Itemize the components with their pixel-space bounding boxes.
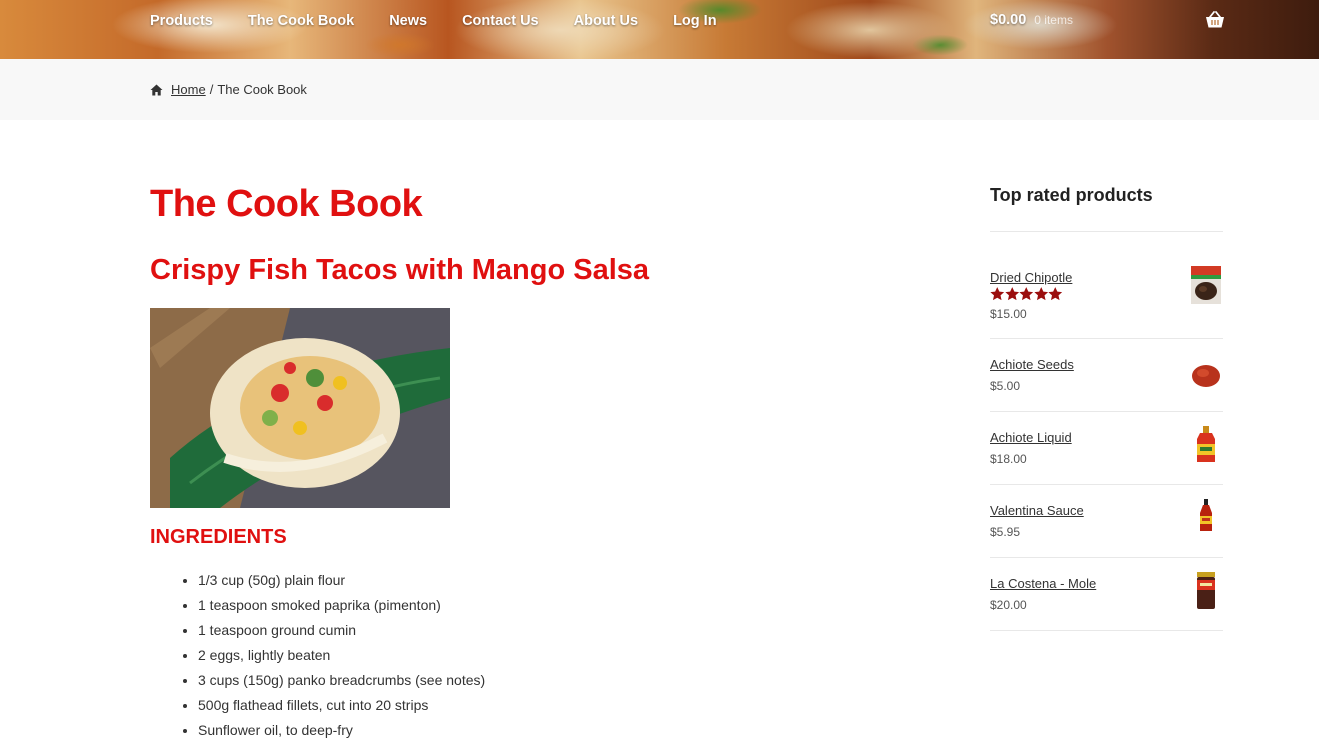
product-achiote-seeds: Achiote Seeds $5.00 [990,357,1223,412]
star-icon [1019,287,1034,301]
list-item: 1 teaspoon smoked paprika (pimenton) [198,595,485,620]
home-icon [150,84,163,95]
star-rating [990,287,1063,301]
breadcrumb-current: The Cook Book [217,82,307,97]
nav-item-contact-us[interactable]: Contact Us [462,12,539,30]
list-item: 500g flathead fillets, cut into 20 strip… [198,695,485,720]
star-icon [1033,287,1048,301]
product-dried-chipotle: Dried Chipotle $15.00 [990,266,1223,339]
list-item: 1 teaspoon ground cumin [198,620,485,645]
product-valentina-sauce: Valentina Sauce $5.95 [990,499,1223,558]
product-name-link[interactable]: Achiote Liquid [990,430,1072,445]
list-item: 3 cups (150g) panko breadcrumbs (see not… [198,670,485,695]
list-item: Sunflower oil, to deep-fry [198,720,485,742]
nav-item-log-in[interactable]: Log In [673,12,717,30]
nav-item-cook-book[interactable]: The Cook Book [248,12,354,30]
star-icon [1048,287,1063,301]
nav-item-about-us[interactable]: About Us [574,12,638,30]
top-rated-title: Top rated products [990,185,1153,205]
product-price: $5.00 [990,379,1021,393]
product-name-link[interactable]: Achiote Seeds [990,357,1074,372]
product-thumbnail[interactable] [1191,572,1221,610]
recipe-title: Crispy Fish Tacos with Mango Salsa [150,254,650,286]
ingredients-heading: INGREDIENTS [150,526,287,548]
breadcrumb-home-link[interactable]: Home [171,82,206,97]
cart-summary[interactable]: $0.00 0 items [990,12,1073,28]
main-navigation: Products The Cook Book News Contact Us A… [150,12,752,30]
cart-item-count: 0 items [1034,13,1073,27]
product-thumbnail[interactable] [1191,357,1221,395]
ingredients-list: 1/3 cup (50g) plain flour 1 teaspoon smo… [198,570,485,742]
star-icon [1004,287,1019,301]
product-price: $5.95 [990,525,1021,539]
product-price: $15.00 [990,307,1027,321]
product-thumbnail[interactable] [1191,426,1221,464]
breadcrumb: Home / The Cook Book [150,82,307,97]
product-name-link[interactable]: Dried Chipotle [990,270,1072,285]
star-icon [990,287,1005,301]
list-item: 2 eggs, lightly beaten [198,645,485,670]
cart-amount: $0.00 [990,12,1027,28]
product-thumbnail[interactable] [1191,266,1221,304]
product-name-link[interactable]: La Costena - Mole [990,576,1096,591]
breadcrumb-separator: / [209,82,214,97]
product-price: $18.00 [990,452,1027,466]
site-header: Products The Cook Book News Contact Us A… [0,0,1319,59]
product-price: $20.00 [990,598,1027,612]
product-achiote-liquid: Achiote Liquid $18.00 [990,426,1223,485]
basket-icon[interactable] [1205,11,1225,29]
page-title: The Cook Book [150,183,423,225]
breadcrumb-bar: Home / The Cook Book [0,59,1319,120]
divider [990,231,1223,232]
product-la-costena-mole: La Costena - Mole $20.00 [990,572,1223,631]
list-item: 1/3 cup (50g) plain flour [198,570,485,595]
nav-item-products[interactable]: Products [150,12,213,30]
recipe-image [150,308,450,508]
nav-item-news[interactable]: News [389,12,427,30]
product-name-link[interactable]: Valentina Sauce [990,503,1084,518]
product-thumbnail[interactable] [1191,499,1221,537]
